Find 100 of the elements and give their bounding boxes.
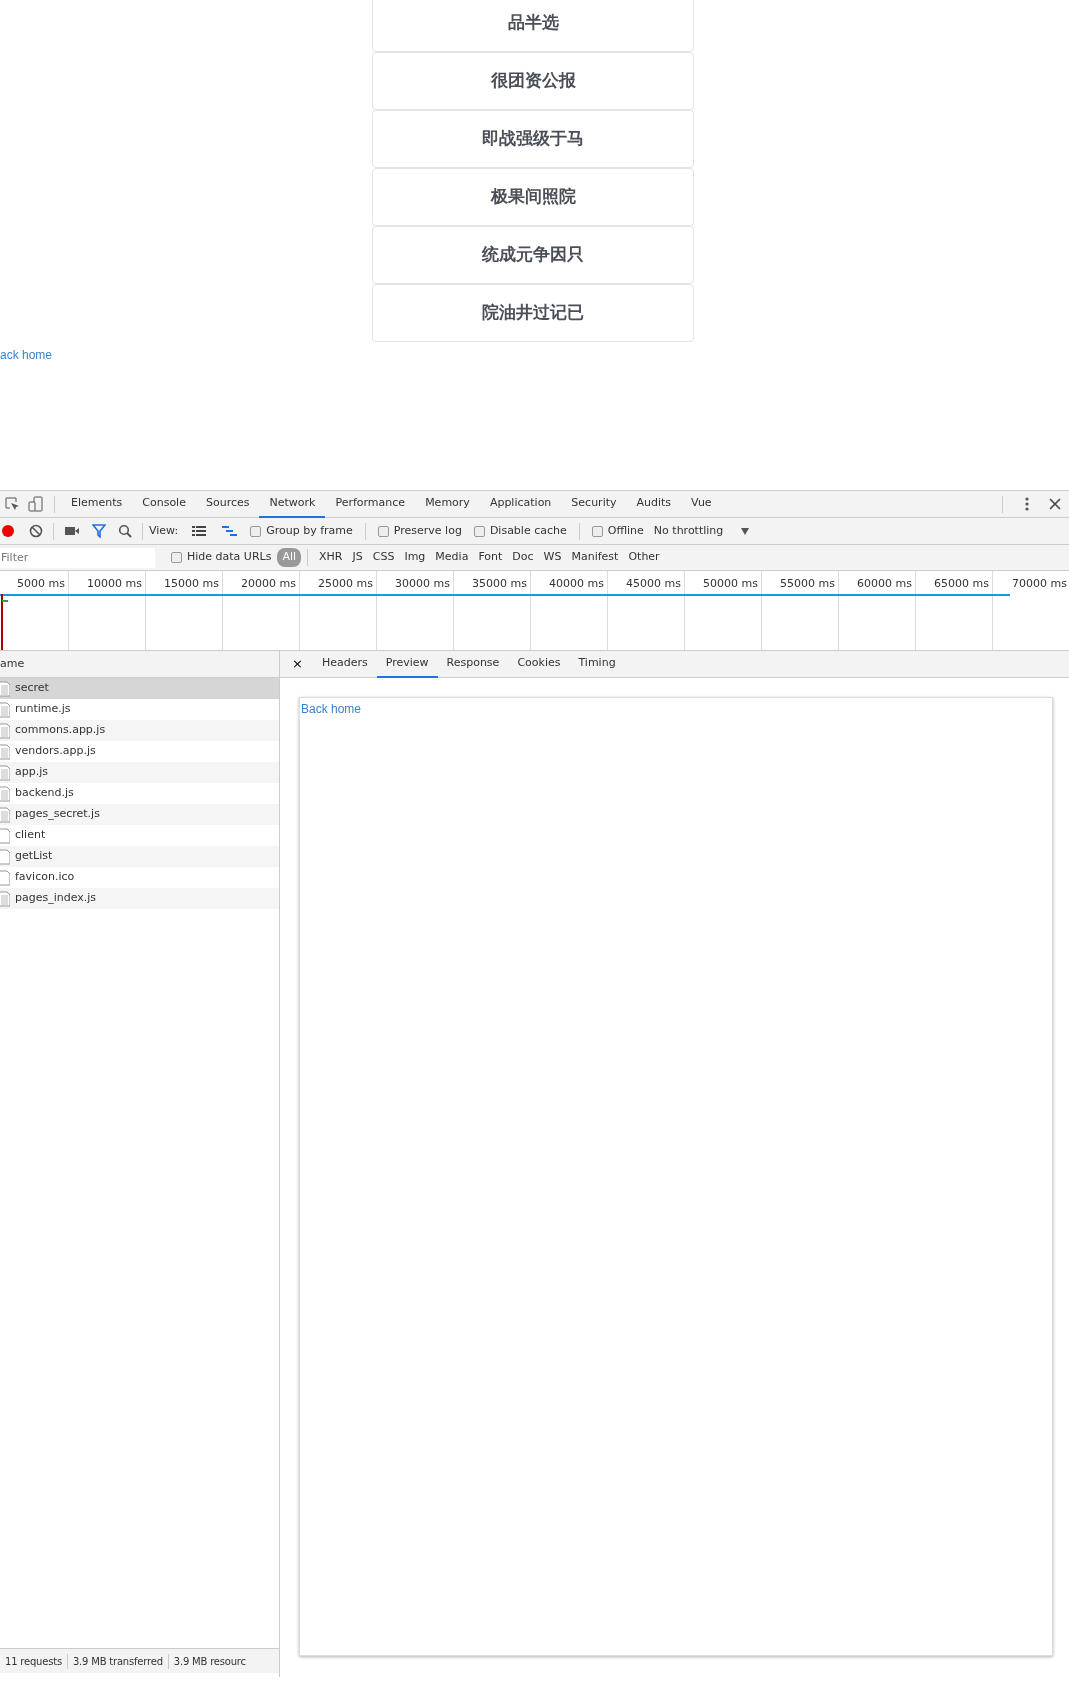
request-row[interactable]: pages_index.js — [0, 888, 279, 909]
timeline-tick-label: 65000 ms — [934, 577, 989, 590]
devtools-tab[interactable]: Application — [479, 490, 562, 518]
timeline-tick-label: 35000 ms — [472, 577, 527, 590]
status-text: 3.9 MB resourc — [172, 1654, 247, 1669]
checkbox-label: Offline — [607, 522, 644, 539]
request-row[interactable]: secret — [0, 678, 279, 699]
timeline-tick-label: 20000 ms — [241, 577, 296, 590]
close-button[interactable]: × — [288, 654, 307, 674]
checkbox-label: Hide data URLs — [187, 549, 272, 566]
filter-icon[interactable] — [92, 524, 106, 538]
status-text: 3.9 MB transferred — [67, 1653, 169, 1669]
type-filter[interactable]: CSS — [367, 548, 400, 567]
request-name: backend.js — [15, 785, 74, 802]
inspect-icon[interactable] — [4, 496, 20, 512]
devtools-tab[interactable]: Elements — [61, 490, 133, 518]
clear-icon[interactable] — [29, 524, 43, 538]
checkbox[interactable] — [250, 525, 262, 537]
device-icon[interactable] — [28, 496, 44, 512]
detail-tab[interactable]: Preview — [376, 650, 438, 678]
list-view-icon[interactable] — [191, 524, 208, 538]
request-row[interactable]: vendors.app.js — [0, 741, 279, 762]
throttling-dropdown[interactable]: No throttling — [649, 522, 754, 540]
checkbox-label: Disable cache — [489, 522, 567, 539]
devtools-tab[interactable]: Performance — [325, 490, 416, 518]
type-filter[interactable]: Font — [473, 548, 508, 567]
request-name: commons.app.js — [15, 722, 106, 739]
record-icon[interactable] — [1, 524, 15, 538]
request-name: app.js — [15, 764, 48, 781]
devtools-tab[interactable]: Security — [561, 490, 627, 518]
timeline-tick-label: 5000 ms — [17, 577, 65, 590]
list-card[interactable]: 很团资公报 — [372, 52, 694, 110]
timeline-tick-label: 25000 ms — [318, 577, 373, 590]
search-icon[interactable] — [118, 524, 132, 538]
devtools-tab[interactable]: Audits — [626, 490, 682, 518]
file-icon — [0, 743, 10, 760]
devtools-tab[interactable]: Vue — [681, 490, 722, 518]
request-row[interactable]: backend.js — [0, 783, 279, 804]
request-name: getList — [15, 848, 53, 865]
request-row[interactable]: client — [0, 825, 279, 846]
list-card[interactable]: 统成元争因只 — [372, 226, 694, 284]
timeline-tick-label: 45000 ms — [626, 577, 681, 590]
request-name: favicon.ico — [15, 869, 75, 886]
detail-tab[interactable]: Headers — [312, 650, 377, 678]
file-icon — [0, 701, 10, 718]
checkbox[interactable] — [171, 552, 182, 563]
type-filter[interactable]: Img — [399, 548, 431, 567]
request-row[interactable]: runtime.js — [0, 699, 279, 720]
request-name: secret — [15, 680, 49, 697]
detail-tab[interactable]: Timing — [569, 650, 625, 678]
request-name: vendors.app.js — [15, 743, 96, 760]
request-row[interactable]: pages_secret.js — [0, 804, 279, 825]
status-text: 11 requests — [0, 1653, 68, 1669]
file-icon — [0, 806, 10, 823]
timeline-tick-label: 15000 ms — [164, 577, 219, 590]
video-camera-icon[interactable] — [64, 525, 80, 537]
type-filter[interactable]: Doc — [507, 548, 539, 567]
request-row[interactable]: app.js — [0, 762, 279, 783]
close-icon[interactable] — [1049, 498, 1061, 510]
request-name: pages_index.js — [15, 890, 97, 907]
checkbox[interactable] — [591, 525, 603, 537]
timeline-tick-label: 30000 ms — [395, 577, 450, 590]
detail-tab[interactable]: Cookies — [508, 650, 570, 678]
request-row[interactable]: favicon.ico — [0, 867, 279, 888]
file-icon — [0, 869, 10, 886]
checkbox[interactable] — [377, 525, 389, 537]
file-icon — [0, 680, 10, 697]
checkbox[interactable] — [473, 525, 485, 537]
list-card[interactable]: 极果间照院 — [372, 168, 694, 226]
list-card[interactable]: 院油井过记已 — [372, 284, 694, 342]
type-filter[interactable]: Manifest — [566, 548, 624, 567]
waterfall-view-icon[interactable] — [221, 524, 238, 538]
view-label: View: — [149, 522, 179, 539]
type-filter[interactable]: XHR — [314, 548, 348, 567]
checkbox-label: Group by frame — [266, 522, 353, 539]
name-column-header[interactable]: ame — [0, 655, 25, 673]
back-home-link[interactable]: Back home — [301, 702, 362, 716]
type-filter[interactable]: Media — [430, 548, 474, 567]
back-home-link[interactable]: ack home — [0, 346, 53, 364]
filter-input[interactable]: Filter — [0, 547, 155, 568]
type-filter[interactable]: WS — [538, 548, 567, 567]
file-icon — [0, 848, 10, 865]
devtools-tab[interactable]: Sources — [195, 490, 260, 518]
list-card[interactable]: 品半选 — [372, 0, 694, 52]
detail-tab[interactable]: Response — [437, 650, 509, 678]
devtools-tab[interactable]: Memory — [415, 490, 480, 518]
request-name: pages_secret.js — [15, 806, 100, 823]
type-filter[interactable]: JS — [347, 548, 368, 567]
timeline-tick-label: 10000 ms — [87, 577, 142, 590]
list-card[interactable]: 即战强级于马 — [372, 110, 694, 168]
request-row[interactable]: commons.app.js — [0, 720, 279, 741]
timeline-tick-label: 40000 ms — [549, 577, 604, 590]
timeline-tick-label: 60000 ms — [857, 577, 912, 590]
request-name: runtime.js — [15, 701, 71, 718]
file-icon — [0, 827, 10, 844]
dropdown-caret-icon — [741, 527, 750, 535]
request-row[interactable]: getList — [0, 846, 279, 867]
timeline-tick-label: 55000 ms — [780, 577, 835, 590]
type-filter[interactable]: Other — [623, 548, 665, 567]
devtools-tab[interactable]: Console — [132, 490, 196, 518]
